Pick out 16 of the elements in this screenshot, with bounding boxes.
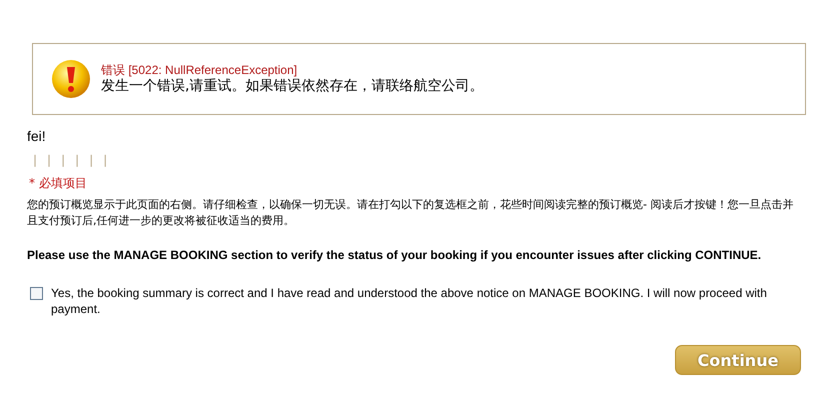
error-title: 错误 [5022: NullReferenceException] (101, 63, 298, 77)
separator: | (103, 153, 108, 167)
notice-text: 您的预订概览显示于此页面的右侧。请仔细检查，以确保一切无误。请在打勾以下的复选框之前，花些时间阅读完整的预订概览- 阅读后才按键！您一旦点击并且支付预订后,任何进一步的更改将被征收适当的费用。 (27, 197, 794, 229)
greeting: fei! (27, 128, 47, 144)
separator: | (75, 153, 80, 167)
warning-icon (51, 59, 91, 99)
separator: | (47, 153, 52, 167)
confirm-label: Yes, the booking summary is correct and I have read and understood the above notice on MANAGE BOOKING. I will now proceed with payment. (51, 285, 768, 317)
confirm-checkbox[interactable] (30, 287, 43, 300)
error-message: 发生一个错误,请重试。如果错误依然存在，请联络航空公司。 (101, 77, 484, 95)
separator: | (89, 153, 94, 167)
continue-button[interactable]: Continue (675, 345, 801, 375)
separator: | (61, 153, 66, 167)
warning-text: Please use the MANAGE BOOKING section to verify the status of your booking if you encounter issues after clicking CONTINUE. (27, 248, 762, 262)
required-note: * 必填项目 (29, 175, 88, 192)
separator: | (33, 153, 38, 167)
